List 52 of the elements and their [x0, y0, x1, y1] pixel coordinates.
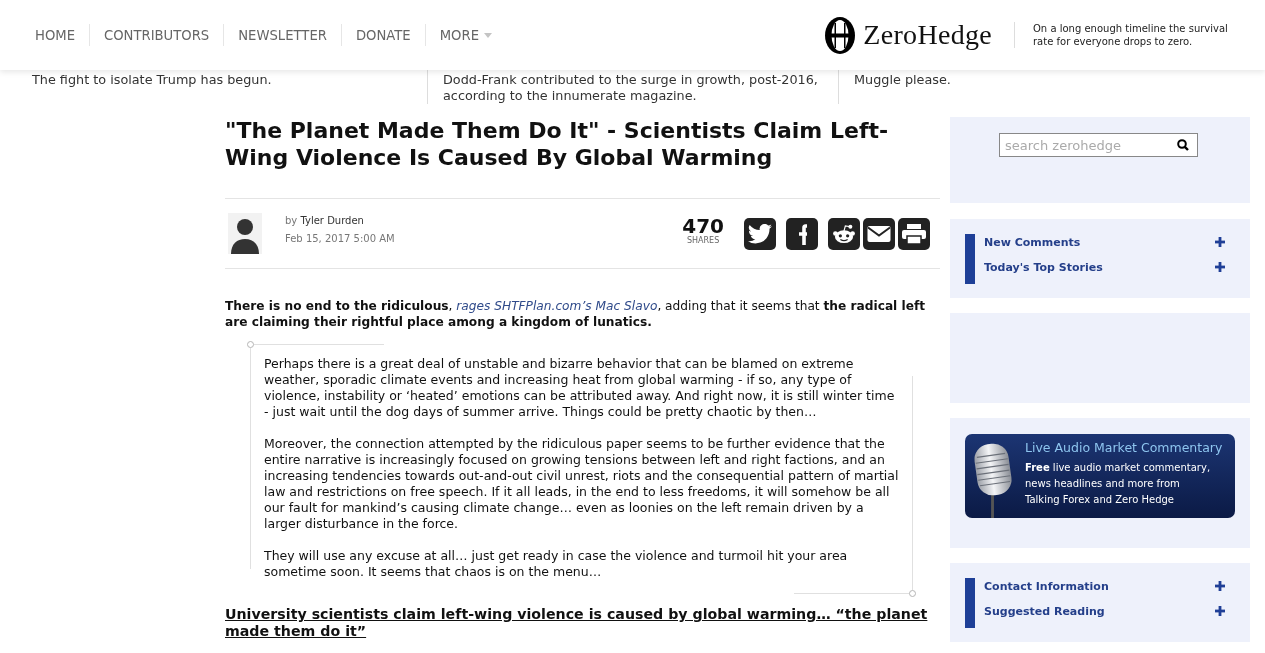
- logo-text[interactable]: ZeroHedge: [863, 19, 992, 51]
- author-link[interactable]: Tyler Durden: [300, 215, 364, 226]
- tagline: On a long enough timeline the survival rate for everyone drops to zero.: [1033, 22, 1229, 48]
- envelope-icon: [867, 223, 891, 244]
- bird-icon: [748, 223, 772, 244]
- ring-icon: [247, 341, 254, 348]
- byline-prefix: by: [285, 215, 298, 226]
- nav-link[interactable]: DONATE: [341, 27, 425, 43]
- ad-title: Live Audio Market Commentary: [1025, 440, 1223, 456]
- nav-link[interactable]: HOME: [20, 27, 89, 43]
- menu-link[interactable]: New Comments: [984, 235, 1081, 249]
- share-button[interactable]: [898, 217, 930, 250]
- menu-link[interactable]: Suggested Reading: [984, 604, 1105, 618]
- share-button[interactable]: [863, 217, 895, 250]
- nav-link[interactable]: CONTRIBUTORS: [90, 27, 224, 43]
- share-button[interactable]: [744, 217, 776, 250]
- plus-icon[interactable]: [1215, 606, 1225, 616]
- article-link[interactable]: University scientists claim left-wing violence is caused by global warming… “the planet made them do it”: [225, 606, 940, 640]
- ad-text: Free live audio market commentary, news headlines and more from Talking Forex and Zero Hedge: [1025, 461, 1212, 507]
- nav-link[interactable]: NEWSLETTER: [224, 27, 341, 43]
- f-logo-icon: [796, 222, 808, 245]
- menu-link[interactable]: Contact Information: [984, 579, 1109, 593]
- alien-face-icon: [832, 223, 856, 244]
- share-button[interactable]: [786, 217, 818, 250]
- accent-bar: [965, 578, 975, 628]
- plus-icon[interactable]: [1215, 262, 1225, 272]
- printer-icon: [902, 223, 926, 244]
- intro-paragraph: There is no end to the ridiculous, rages SHTFPlan.com’s Mac Slavo, adding that it seems that the radical left are claiming their rightful place among a kingdom of lunatics.: [225, 298, 927, 330]
- caret-icon: [484, 32, 492, 38]
- teaser-headline[interactable]: Muggle please.: [854, 72, 1265, 88]
- plus-icon[interactable]: [1215, 237, 1225, 247]
- nav-link[interactable]: MORE: [425, 27, 506, 43]
- search-field[interactable]: search zerohedge: [999, 133, 1198, 157]
- publish-date: Feb 15, 2017 5:00 AM: [285, 232, 395, 245]
- share-button[interactable]: [828, 217, 860, 250]
- plus-icon[interactable]: [1215, 581, 1225, 591]
- quote-paragraph: Moreover, the connection attempted by the ridiculous paper seems to be further evidence that the entire narrative is increasingly focused on growing tensions between left and right factions, and an increasing tendencies towards out-and-out civil unrest, riots and the consequential pattern of martial law and restrictions on free speech. If it all leads, in the end to less freedoms, it will somehow be all our fault for mankind’s causing climate change… even as loonies on the left remain driven by a larger disturbance in the force.: [264, 436, 900, 532]
- menu-link[interactable]: Today's Top Stories: [984, 260, 1103, 274]
- share-count: 470: [682, 215, 724, 236]
- teaser-headline[interactable]: The fight to isolate Trump has begun.: [32, 72, 427, 88]
- share-count-label: SHARES: [687, 235, 720, 246]
- quote-paragraph: They will use any excuse at all… just get ready in case the violence and turmoil hit your area sometime soon. It seems that chaos is on the menu…: [264, 548, 849, 580]
- source-link[interactable]: rages SHTFPlan.com’s Mac Slavo: [456, 299, 658, 313]
- avatar-silhouette: [228, 213, 262, 254]
- teaser-headline[interactable]: Dodd-Frank contributed to the surge in growth, post-2016, according to the innumerate magazine.: [443, 72, 838, 104]
- ring-icon: [909, 590, 916, 597]
- accent-bar: [965, 234, 975, 284]
- search-icon[interactable]: [1177, 139, 1189, 151]
- quote-paragraph: Perhaps there is a great deal of unstable and bizarre behavior that can be blamed on extreme weather, sporadic climate events and increasing heat from global warming - if so, any type of violence, instability or ‘heated’ emotions can be attributed away. And right now, it is still winter time - just wait until the dog days of summer arrive. Things could be pretty chaotic by then…: [264, 356, 896, 420]
- logo-mark-icon[interactable]: [825, 16, 856, 54]
- article-title: "The Planet Made Them Do It" - Scientists Claim Left-Wing Violence Is Caused By Global Warming: [225, 117, 890, 171]
- ad-banner[interactable]: Live Audio Market Commentary Free live audio market commentary, news headlines and more from Talking Forex and Zero Hedge: [965, 434, 1235, 518]
